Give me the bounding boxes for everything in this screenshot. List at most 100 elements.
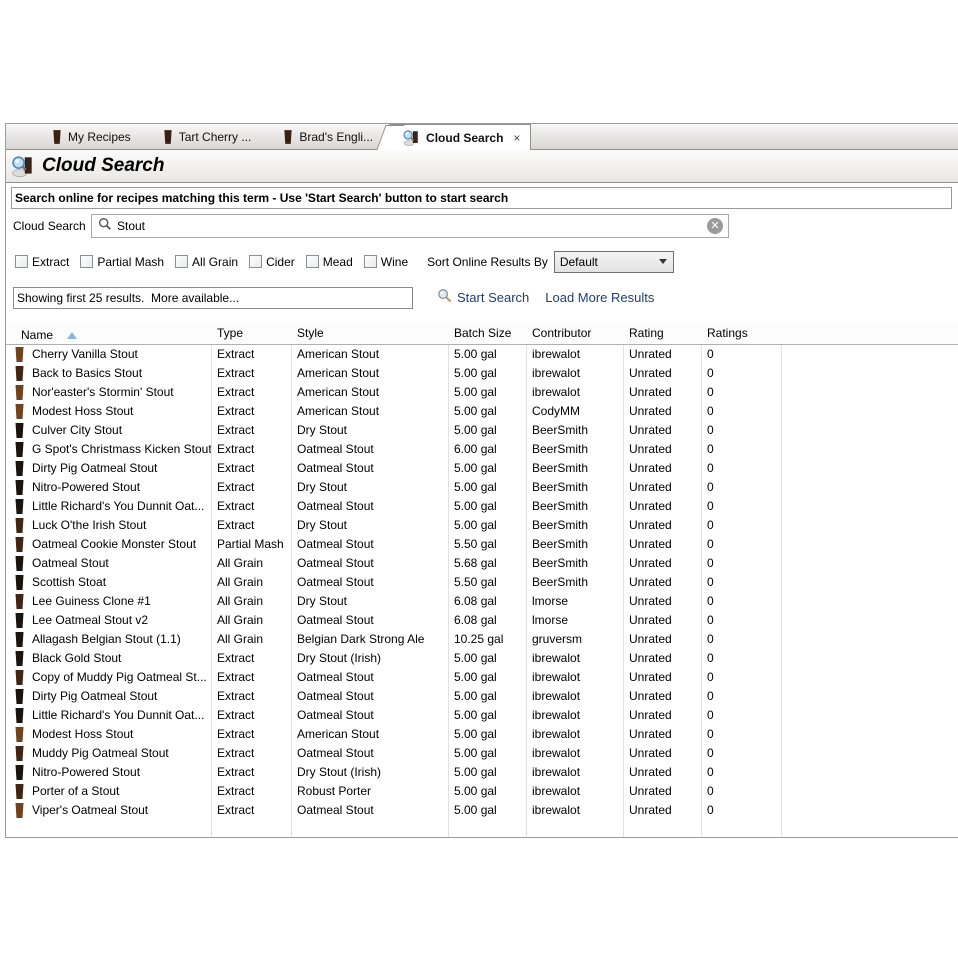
cell-type: Extract xyxy=(211,801,291,820)
start-search-label: Start Search xyxy=(457,290,529,305)
sort-ascending-icon xyxy=(67,332,77,339)
table-row[interactable]: Scottish Stoat All Grain Oatmeal Stout 5… xyxy=(6,573,958,592)
beer-mug-icon xyxy=(14,594,25,609)
column-header-style[interactable]: Style xyxy=(291,322,448,344)
table-row[interactable]: Lee Guiness Clone #1 All Grain Dry Stout… xyxy=(6,592,958,611)
cell-rating: Unrated xyxy=(623,592,701,611)
cell-batch-size: 5.00 gal xyxy=(448,649,526,668)
beer-mug-icon xyxy=(14,461,25,476)
table-row[interactable]: Muddy Pig Oatmeal Stout Extract Oatmeal … xyxy=(6,744,958,763)
checkbox-icon[interactable] xyxy=(306,255,319,268)
table-header: Name Type Style Batch Size Contributor R… xyxy=(6,322,958,345)
search-input[interactable]: Stout ✕ xyxy=(91,214,729,238)
chevron-down-icon xyxy=(659,259,667,264)
table-row[interactable]: Porter of a Stout Extract Robust Porter … xyxy=(6,782,958,801)
checkbox-partial-mash[interactable]: Partial Mash xyxy=(80,255,164,269)
table-row[interactable]: Modest Hoss Stout Extract American Stout… xyxy=(6,725,958,744)
column-header-batch-size[interactable]: Batch Size xyxy=(448,322,526,344)
load-more-results-link[interactable]: Load More Results xyxy=(545,290,654,305)
table-row[interactable]: Nor'easter's Stormin' Stout Extract Amer… xyxy=(6,383,958,402)
cell-ratings: 0 xyxy=(701,706,781,725)
checkbox-icon[interactable] xyxy=(175,255,188,268)
cell-type: Extract xyxy=(211,744,291,763)
table-row[interactable]: Back to Basics Stout Extract American St… xyxy=(6,364,958,383)
checkbox-extract[interactable]: Extract xyxy=(15,255,69,269)
tab-close-icon[interactable]: × xyxy=(513,131,520,145)
cell-name: Porter of a Stout xyxy=(32,782,119,801)
cell-contributor: ibrewalot xyxy=(526,801,623,820)
table-row[interactable]: Oatmeal Stout All Grain Oatmeal Stout 5.… xyxy=(6,554,958,573)
tab-tart-cherry[interactable]: Tart Cherry ... xyxy=(147,125,268,149)
cell-style: American Stout xyxy=(291,364,448,383)
checkbox-icon[interactable] xyxy=(80,255,93,268)
cell-batch-size: 5.00 gal xyxy=(448,801,526,820)
table-row[interactable]: Culver City Stout Extract Dry Stout 5.00… xyxy=(6,421,958,440)
column-header-rating[interactable]: Rating xyxy=(623,322,701,344)
cell-type: All Grain xyxy=(211,573,291,592)
cell-contributor: CodyMM xyxy=(526,402,623,421)
tab-brads-english[interactable]: Brad's Engli... xyxy=(267,125,389,149)
cell-batch-size: 6.08 gal xyxy=(448,592,526,611)
cell-rating: Unrated xyxy=(623,668,701,687)
table-row[interactable]: Little Richard's You Dunnit Oat... Extra… xyxy=(6,706,958,725)
cell-rating: Unrated xyxy=(623,516,701,535)
cell-ratings: 0 xyxy=(701,345,781,364)
table-row[interactable]: Black Gold Stout Extract Dry Stout (Iris… xyxy=(6,649,958,668)
cell-rating: Unrated xyxy=(623,611,701,630)
table-row[interactable]: Allagash Belgian Stout (1.1) All Grain B… xyxy=(6,630,958,649)
tab-my-recipes[interactable]: My Recipes xyxy=(36,125,147,149)
search-icon xyxy=(437,288,452,308)
beer-mug-icon xyxy=(14,613,25,628)
checkbox-icon[interactable] xyxy=(249,255,262,268)
table-row[interactable]: Dirty Pig Oatmeal Stout Extract Oatmeal … xyxy=(6,687,958,706)
table-row[interactable]: Nitro-Powered Stout Extract Dry Stout (I… xyxy=(6,763,958,782)
checkbox-all-grain[interactable]: All Grain xyxy=(175,255,238,269)
tab-label: My Recipes xyxy=(68,130,131,144)
table-row[interactable]: Copy of Muddy Pig Oatmeal St... Extract … xyxy=(6,668,958,687)
checkbox-wine[interactable]: Wine xyxy=(364,255,408,269)
cell-name: Dirty Pig Oatmeal Stout xyxy=(32,687,157,706)
cell-style: Oatmeal Stout xyxy=(291,687,448,706)
table-row[interactable]: Little Richard's You Dunnit Oat... Extra… xyxy=(6,497,958,516)
cell-style: American Stout xyxy=(291,383,448,402)
cell-contributor: ibrewalot xyxy=(526,364,623,383)
cell-type: All Grain xyxy=(211,630,291,649)
cell-style: Oatmeal Stout xyxy=(291,535,448,554)
cell-style: Dry Stout (Irish) xyxy=(291,763,448,782)
cell-style: Oatmeal Stout xyxy=(291,668,448,687)
start-search-button[interactable]: Start Search xyxy=(437,288,529,308)
cell-name: Oatmeal Cookie Monster Stout xyxy=(32,535,196,554)
table-row[interactable]: Nitro-Powered Stout Extract Dry Stout 5.… xyxy=(6,478,958,497)
checkbox-mead[interactable]: Mead xyxy=(306,255,353,269)
clear-search-icon[interactable]: ✕ xyxy=(707,218,723,234)
checkbox-cider[interactable]: Cider xyxy=(249,255,295,269)
checkbox-icon[interactable] xyxy=(15,255,28,268)
column-header-name[interactable]: Name xyxy=(6,322,211,344)
beer-mug-icon xyxy=(14,765,25,780)
table-row[interactable]: Lee Oatmeal Stout v2 All Grain Oatmeal S… xyxy=(6,611,958,630)
cell-ratings: 0 xyxy=(701,782,781,801)
cell-type: Extract xyxy=(211,516,291,535)
cell-name: Lee Guiness Clone #1 xyxy=(32,592,151,611)
sort-results-dropdown[interactable]: Default xyxy=(554,251,674,273)
table-row[interactable]: Dirty Pig Oatmeal Stout Extract Oatmeal … xyxy=(6,459,958,478)
cell-batch-size: 5.00 gal xyxy=(448,402,526,421)
cell-name: Cherry Vanilla Stout xyxy=(32,345,138,364)
cell-contributor: ibrewalot xyxy=(526,744,623,763)
table-row[interactable]: Modest Hoss Stout Extract American Stout… xyxy=(6,402,958,421)
table-row[interactable]: Luck O'the Irish Stout Extract Dry Stout… xyxy=(6,516,958,535)
cell-type: Extract xyxy=(211,383,291,402)
table-row[interactable]: Cherry Vanilla Stout Extract American St… xyxy=(6,345,958,364)
tab-cloud-search[interactable]: Cloud Search × xyxy=(389,124,531,150)
cell-style: Oatmeal Stout xyxy=(291,554,448,573)
cell-style: Oatmeal Stout xyxy=(291,497,448,516)
beer-mug-icon xyxy=(14,518,25,533)
column-header-ratings[interactable]: Ratings xyxy=(701,322,781,344)
table-row[interactable]: Oatmeal Cookie Monster Stout Partial Mas… xyxy=(6,535,958,554)
cell-ratings: 0 xyxy=(701,554,781,573)
column-header-contributor[interactable]: Contributor xyxy=(526,322,623,344)
checkbox-icon[interactable] xyxy=(364,255,377,268)
table-row[interactable]: G Spot's Christmass Kicken Stout Extract… xyxy=(6,440,958,459)
column-header-type[interactable]: Type xyxy=(211,322,291,344)
table-row[interactable]: Viper's Oatmeal Stout Extract Oatmeal St… xyxy=(6,801,958,820)
